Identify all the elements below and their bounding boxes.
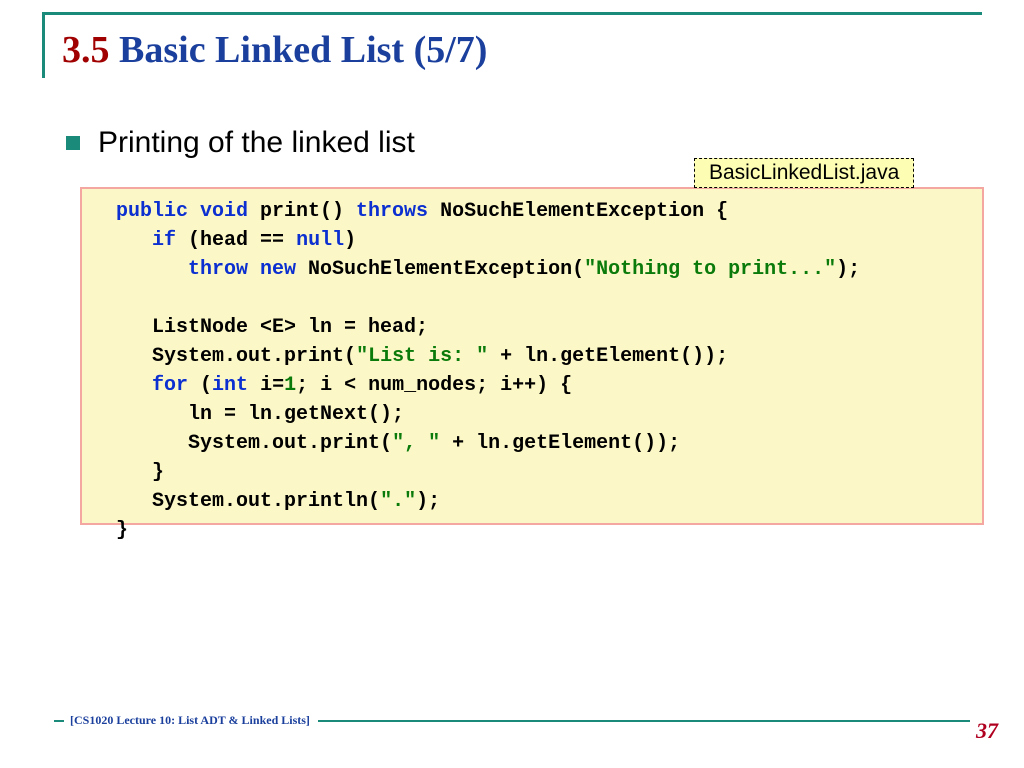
code-text: i=	[260, 374, 284, 397]
bullet-square-icon	[66, 136, 80, 150]
code-string: "Nothing to print..."	[584, 258, 836, 281]
slide-left-rule	[42, 12, 45, 78]
code-string: "List is: "	[356, 345, 500, 368]
code-keyword: if	[152, 229, 188, 252]
footer-text: [CS1020 Lecture 10: List ADT & Linked Li…	[70, 713, 310, 728]
code-text: + ln.getElement());	[452, 432, 680, 455]
code-text: System.out.print(	[188, 432, 392, 455]
code-text: System.out.print(	[152, 345, 356, 368]
code-keyword: int	[212, 374, 260, 397]
code-string: "."	[380, 490, 416, 513]
code-text: ListNode <E> ln = head;	[152, 316, 428, 339]
code-keyword: throw new	[188, 258, 308, 281]
code-text: (head ==	[188, 229, 296, 252]
footer-rule	[318, 720, 970, 722]
code-text: + ln.getElement());	[500, 345, 728, 368]
code-string: ", "	[392, 432, 452, 455]
bullet-item: Printing of the linked list	[66, 126, 415, 160]
code-text: print()	[260, 200, 356, 223]
code-text: )	[344, 229, 356, 252]
code-text: ln = ln.getNext();	[188, 403, 404, 426]
code-text: (	[200, 374, 212, 397]
page-number: 37	[976, 718, 998, 744]
code-text: );	[836, 258, 860, 281]
code-keyword: throws	[356, 200, 440, 223]
code-text: }	[152, 461, 164, 484]
code-number: 1	[284, 374, 296, 397]
code-block: public void print() throws NoSuchElement…	[80, 187, 984, 525]
code-text: }	[116, 519, 128, 542]
section-number: 3.5	[62, 29, 110, 71]
footer-dash-icon	[54, 720, 64, 722]
code-text: );	[416, 490, 440, 513]
slide-title: 3.5 Basic Linked List (5/7)	[62, 28, 487, 72]
code-text: ; i < num_nodes; i++) {	[296, 374, 572, 397]
file-tab-label: BasicLinkedList.java	[694, 158, 914, 188]
footer: [CS1020 Lecture 10: List ADT & Linked Li…	[54, 713, 970, 728]
section-title-text: Basic Linked List (5/7)	[119, 29, 487, 71]
code-keyword: for	[152, 374, 200, 397]
code-null: null	[296, 229, 344, 252]
code-text: NoSuchElementException(	[308, 258, 584, 281]
code-text: NoSuchElementException {	[440, 200, 728, 223]
slide-top-rule	[42, 12, 982, 15]
bullet-text: Printing of the linked list	[98, 126, 415, 160]
code-text: System.out.println(	[152, 490, 380, 513]
code-keyword: public void	[116, 200, 260, 223]
